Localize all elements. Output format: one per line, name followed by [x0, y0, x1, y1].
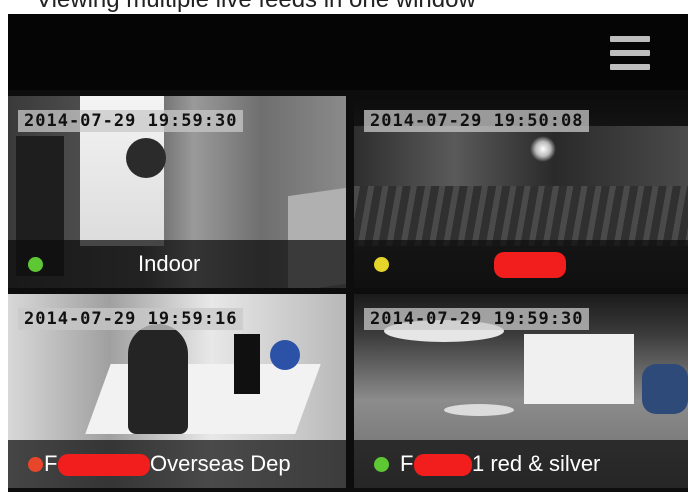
camera-label-bar: Indoor	[8, 240, 346, 288]
camera-label-bar: F Overseas Dep	[8, 440, 346, 488]
menu-bar-line	[610, 64, 650, 70]
camera-name-prefix: F	[400, 451, 414, 476]
camera-grid: 2014-07-29 19:59:30 Indoor 2014-07-29 19…	[8, 96, 688, 492]
camera-name: Overseas Dep	[150, 451, 291, 476]
camera-tile-red-silver[interactable]: 2014-07-29 19:59:30 F 1 red & silver	[354, 294, 688, 488]
timestamp-overlay: 2014-07-29 19:59:16	[18, 308, 244, 330]
redaction-mark	[414, 454, 472, 476]
menu-bar-line	[610, 36, 650, 42]
camera-tile-indoor[interactable]: 2014-07-29 19:59:30 Indoor	[8, 96, 346, 288]
status-dot-offline	[28, 457, 43, 472]
top-bar	[8, 14, 688, 90]
redaction-mark	[58, 454, 150, 476]
status-dot-online	[28, 257, 43, 272]
camera-tile-street[interactable]: 2014-07-29 19:50:08	[354, 96, 688, 288]
cropped-caption-text: Viewing multiple live feeds in one windo…	[0, 0, 688, 14]
camera-viewer-app: 2014-07-29 19:59:30 Indoor 2014-07-29 19…	[8, 14, 688, 492]
camera-name-prefix: F	[44, 451, 58, 476]
timestamp-overlay: 2014-07-29 19:59:30	[18, 110, 244, 132]
camera-name: Indoor	[138, 251, 201, 276]
redaction-mark	[494, 252, 566, 278]
camera-tile-overseas-dep[interactable]: 2014-07-29 19:59:16 F Overseas Dep	[8, 294, 346, 488]
menu-bar-line	[610, 50, 650, 56]
status-dot-warning	[374, 257, 389, 272]
camera-label-bar: F 1 red & silver	[354, 440, 688, 488]
status-dot-online	[374, 457, 389, 472]
caption-text: Viewing multiple live feeds in one windo…	[36, 0, 476, 14]
hamburger-menu-icon[interactable]	[606, 36, 654, 72]
camera-name: 1 red & silver	[472, 451, 601, 476]
timestamp-overlay: 2014-07-29 19:50:08	[364, 110, 590, 132]
camera-label-bar	[354, 240, 688, 288]
timestamp-overlay: 2014-07-29 19:59:30	[364, 308, 590, 330]
